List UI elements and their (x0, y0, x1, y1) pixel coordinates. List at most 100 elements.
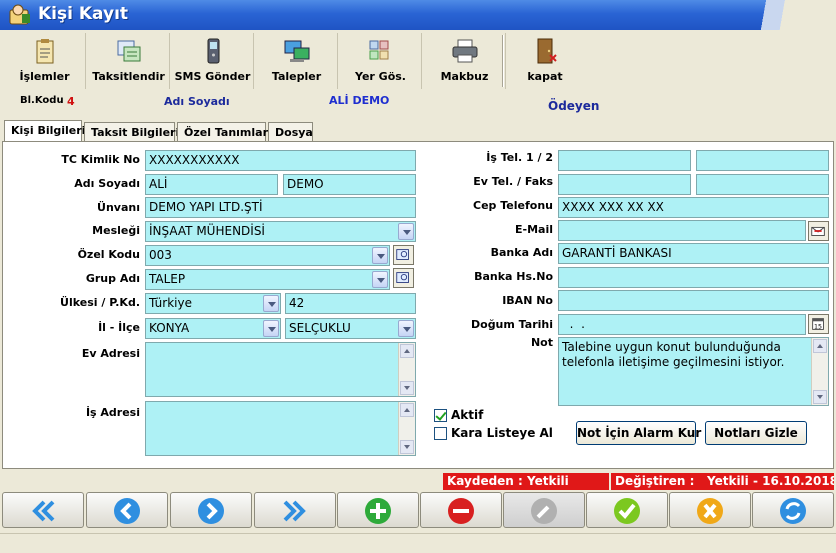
is-tel-2-field[interactable] (696, 150, 829, 171)
meslek-dropdown-arrow[interactable] (398, 223, 414, 240)
grup-select[interactable]: TALEP (145, 269, 390, 290)
tab-ozel-tanimlar[interactable]: Özel Tanımlar (177, 122, 268, 142)
scroll-up-icon[interactable] (400, 344, 414, 358)
is-tel-1-field[interactable] (558, 150, 691, 171)
toolbar: İşlemler Taksitlendir SMS Gönder Taleple… (4, 33, 832, 89)
yer-gos-button[interactable]: Yer Gös. (340, 33, 422, 89)
not-text: Talebine uygun konut bulunduğunda telefo… (562, 340, 785, 369)
alarm-kur-button[interactable]: Not İçin Alarm Kur (576, 421, 701, 445)
tc-field[interactable]: XXXXXXXXXXX (145, 150, 416, 171)
is-adresi-scrollbar[interactable] (398, 402, 415, 455)
ev-adresi-textarea[interactable] (145, 342, 416, 397)
taksitlendir-button[interactable]: Taksitlendir (88, 33, 170, 89)
il-select[interactable]: KONYA (145, 318, 281, 339)
notlari-gizle-button[interactable]: Notları Gizle (705, 421, 807, 445)
clipboard-icon (36, 39, 53, 64)
iban-field[interactable] (558, 290, 829, 311)
exit-door-icon (537, 38, 557, 64)
ulke-value: Türkiye (149, 296, 192, 310)
meslek-select[interactable]: İNŞAAT MÜHENDİSİ (145, 221, 416, 242)
scroll-up-icon[interactable] (813, 339, 827, 353)
svg-text:15: 15 (814, 324, 822, 331)
hesap-label: Banka Hs.No (474, 270, 553, 283)
dogum-field[interactable]: . . (558, 314, 806, 335)
ilce-dropdown-arrow[interactable] (398, 320, 414, 337)
computer-network-icon (284, 40, 309, 62)
ozelkod-dropdown-arrow[interactable] (372, 247, 388, 264)
makbuz-label: Makbuz (440, 70, 489, 83)
kara-liste-checkbox[interactable] (434, 427, 447, 440)
dogum-label: Doğum Tarihi (471, 318, 553, 331)
sms-gonder-button[interactable]: SMS Gönder (172, 33, 254, 89)
refresh-button[interactable] (752, 492, 834, 528)
posta-kodu-field[interactable]: 42 (285, 293, 416, 314)
yer-gos-label: Yer Gös. (355, 70, 406, 83)
unvan-field[interactable]: DEMO YAPI LTD.ŞTİ (145, 197, 416, 218)
scroll-up-icon[interactable] (400, 403, 414, 417)
il-ilce-label: İl - İlçe (98, 321, 140, 334)
delete-record-button[interactable] (420, 492, 502, 528)
scroll-down-icon[interactable] (400, 440, 414, 454)
next-icon (198, 498, 224, 524)
tab-taksit-bilgileri[interactable]: Taksit Bilgileri (84, 122, 179, 142)
unvan-label: Ünvanı (97, 201, 140, 214)
first-record-button[interactable] (2, 492, 84, 528)
ozelkod-select[interactable]: 003 (145, 245, 390, 266)
talepler-button[interactable]: Talepler (256, 33, 338, 89)
save-record-button[interactable] (586, 492, 668, 528)
is-tel-label: İş Tel. 1 / 2 (486, 151, 553, 164)
kapat-button[interactable]: kapat (504, 33, 586, 89)
faks-field[interactable] (696, 174, 829, 195)
user-card-icon (9, 4, 30, 25)
cancel-edit-button[interactable] (669, 492, 751, 528)
location-grid-icon (369, 40, 388, 60)
not-scrollbar[interactable] (811, 338, 828, 405)
tab-dosya[interactable]: Dosya (268, 122, 313, 142)
calendar-button[interactable]: 15 (808, 314, 829, 334)
grup-value: TALEP (149, 272, 186, 286)
last-record-button[interactable] (254, 492, 336, 528)
aktif-checkbox[interactable] (434, 409, 447, 422)
makbuz-button[interactable]: Makbuz (424, 33, 506, 89)
previous-record-button[interactable] (86, 492, 168, 528)
next-record-button[interactable] (170, 492, 252, 528)
ev-tel-field[interactable] (558, 174, 691, 195)
islemler-button[interactable]: İşlemler (4, 33, 86, 89)
not-textarea[interactable]: Talebine uygun konut bulunduğunda telefo… (558, 337, 829, 406)
edit-icon (531, 498, 557, 524)
ozelkod-value: 003 (149, 248, 172, 262)
hesap-field[interactable] (558, 267, 829, 288)
meslek-value: İNŞAAT MÜHENDİSİ (149, 224, 265, 238)
il-dropdown-arrow[interactable] (263, 320, 279, 337)
ulke-select[interactable]: Türkiye (145, 293, 281, 314)
edit-record-button[interactable] (503, 492, 585, 528)
grup-dropdown-arrow[interactable] (372, 271, 388, 288)
ad-soyad-label: Adı Soyadı (74, 177, 140, 190)
meslek-label: Mesleği (92, 224, 140, 237)
cep-field[interactable]: XXXX XXX XX XX (558, 197, 829, 218)
add-icon (365, 498, 391, 524)
email-field[interactable] (558, 220, 806, 241)
soyad-field[interactable]: DEMO (283, 174, 416, 195)
cancel-icon (697, 498, 723, 524)
ev-tel-label: Ev Tel. / Faks (473, 175, 553, 188)
blkodu-label: Bl.Kodu (20, 95, 64, 106)
grup-lookup-button[interactable] (393, 268, 414, 288)
scroll-down-icon[interactable] (813, 390, 827, 404)
banka-field[interactable]: GARANTİ BANKASI (558, 243, 829, 264)
ozelkod-lookup-button[interactable] (393, 245, 414, 265)
scroll-down-icon[interactable] (400, 381, 414, 395)
is-adresi-textarea[interactable] (145, 401, 416, 456)
tab-kisi-bilgileri[interactable]: Kişi Bilgileri (4, 120, 85, 142)
is-adresi-label: İş Adresi (85, 406, 140, 419)
ilce-select[interactable]: SELÇUKLU (285, 318, 416, 339)
ad-field[interactable]: ALİ (145, 174, 278, 195)
add-record-button[interactable] (337, 492, 419, 528)
ulke-dropdown-arrow[interactable] (263, 295, 279, 312)
navigation-bar (2, 492, 834, 530)
send-email-button[interactable] (808, 221, 829, 241)
email-label: E-Mail (515, 223, 553, 236)
sms-gonder-label: SMS Gönder (174, 70, 251, 83)
ev-adresi-scrollbar[interactable] (398, 343, 415, 396)
islemler-label: İşlemler (19, 70, 70, 83)
